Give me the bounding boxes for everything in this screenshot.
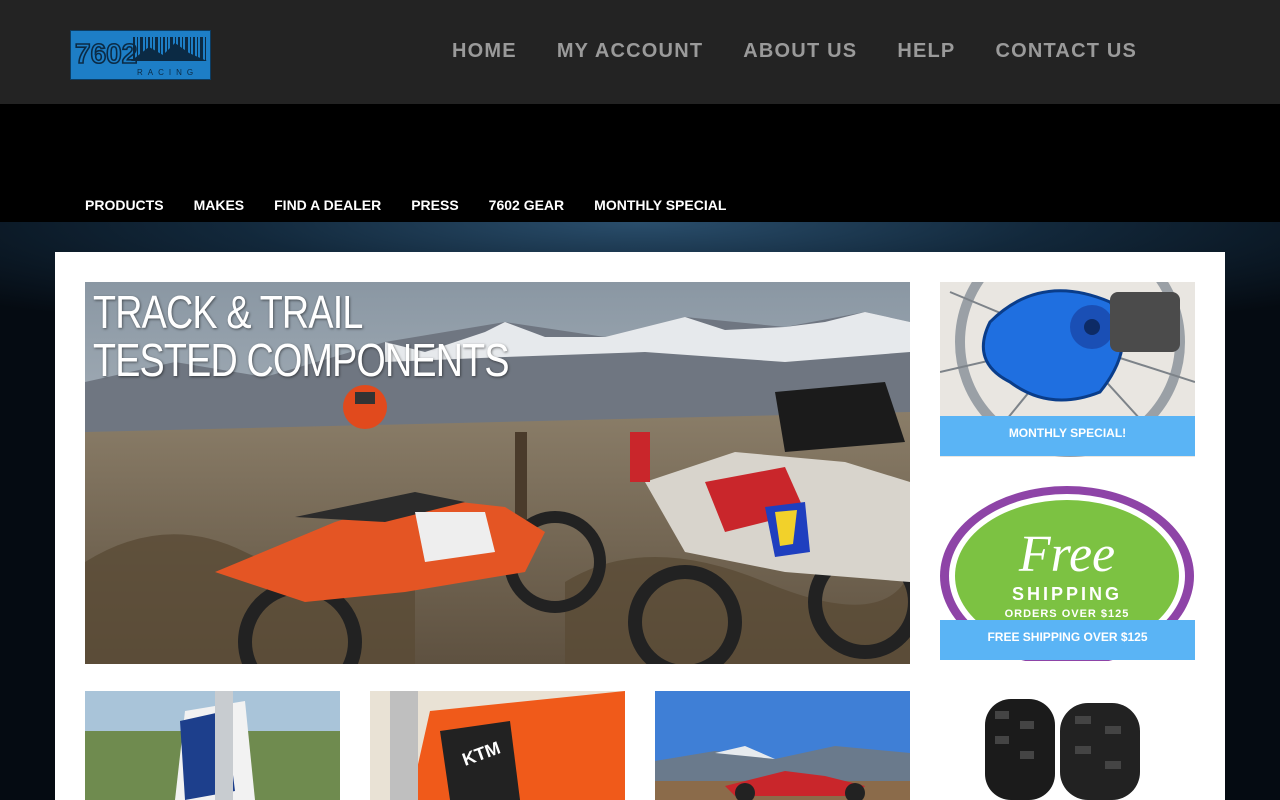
logo-sub: RACING — [137, 68, 198, 77]
logo-mark: 7602 — [75, 38, 137, 69]
mountain-ride-image — [655, 691, 910, 800]
ktm-image: KTM — [370, 691, 625, 800]
tires-image — [940, 691, 1195, 800]
nav-contact-us[interactable]: CONTACT US — [995, 40, 1137, 63]
nav-home[interactable]: HOME — [452, 40, 517, 63]
nav-monthly-special[interactable]: MONTHLY SPECIAL — [594, 197, 726, 213]
nav-about-us[interactable]: ABOUT US — [743, 40, 857, 63]
monthly-special-caption: MONTHLY SPECIAL! — [940, 416, 1195, 456]
thumb-ktm[interactable]: KTM — [370, 691, 625, 800]
badge-free-text: Free — [1018, 526, 1115, 583]
nav-products[interactable]: PRODUCTS — [85, 197, 164, 213]
nav-find-a-dealer[interactable]: FIND A DEALER — [274, 197, 381, 213]
hero-title-line1: TRACK & TRAIL — [93, 286, 363, 338]
free-shipping-label: FREE SHIPPING OVER $125 — [987, 630, 1148, 644]
site-logo[interactable]: 7602 RACING — [70, 30, 211, 80]
monthly-special-label: MONTHLY SPECIAL! — [1008, 426, 1127, 440]
husqvarna-image — [85, 691, 340, 800]
free-shipping-card[interactable]: Free SHIPPING ORDERS OVER $125 FREE SHIP… — [940, 486, 1195, 661]
nav-help[interactable]: HELP — [897, 40, 955, 63]
thumb-husqvarna[interactable] — [85, 691, 340, 800]
nav-makes[interactable]: MAKES — [194, 197, 245, 213]
hero-title-line2: TESTED COMPONENTS — [93, 334, 510, 386]
top-nav: HOME MY ACCOUNT ABOUT US HELP CONTACT US — [452, 40, 1137, 63]
free-shipping-caption: FREE SHIPPING OVER $125 — [940, 620, 1195, 660]
thumb-mountain-ride[interactable] — [655, 691, 910, 800]
hero-title: TRACK & TRAIL TESTED COMPONENTS — [93, 286, 510, 386]
top-header: 7602 RACING HOME MY ACCOUNT ABOUT US HEL… — [0, 0, 1280, 104]
tires-card[interactable] — [940, 691, 1195, 800]
nav-7602-gear[interactable]: 7602 GEAR — [489, 197, 564, 213]
hero-banner[interactable]: TRACK & TRAIL TESTED COMPONENTS — [85, 282, 910, 664]
monthly-special-card[interactable]: MONTHLY SPECIAL! — [940, 282, 1195, 457]
badge-orders-text: ORDERS OVER $125 — [1005, 608, 1130, 620]
category-nav: PRODUCTS MAKES FIND A DEALER PRESS 7602 … — [85, 197, 726, 213]
nav-press[interactable]: PRESS — [411, 197, 458, 213]
badge-shipping-text: SHIPPING — [1012, 584, 1122, 604]
nav-my-account[interactable]: MY ACCOUNT — [557, 40, 703, 63]
